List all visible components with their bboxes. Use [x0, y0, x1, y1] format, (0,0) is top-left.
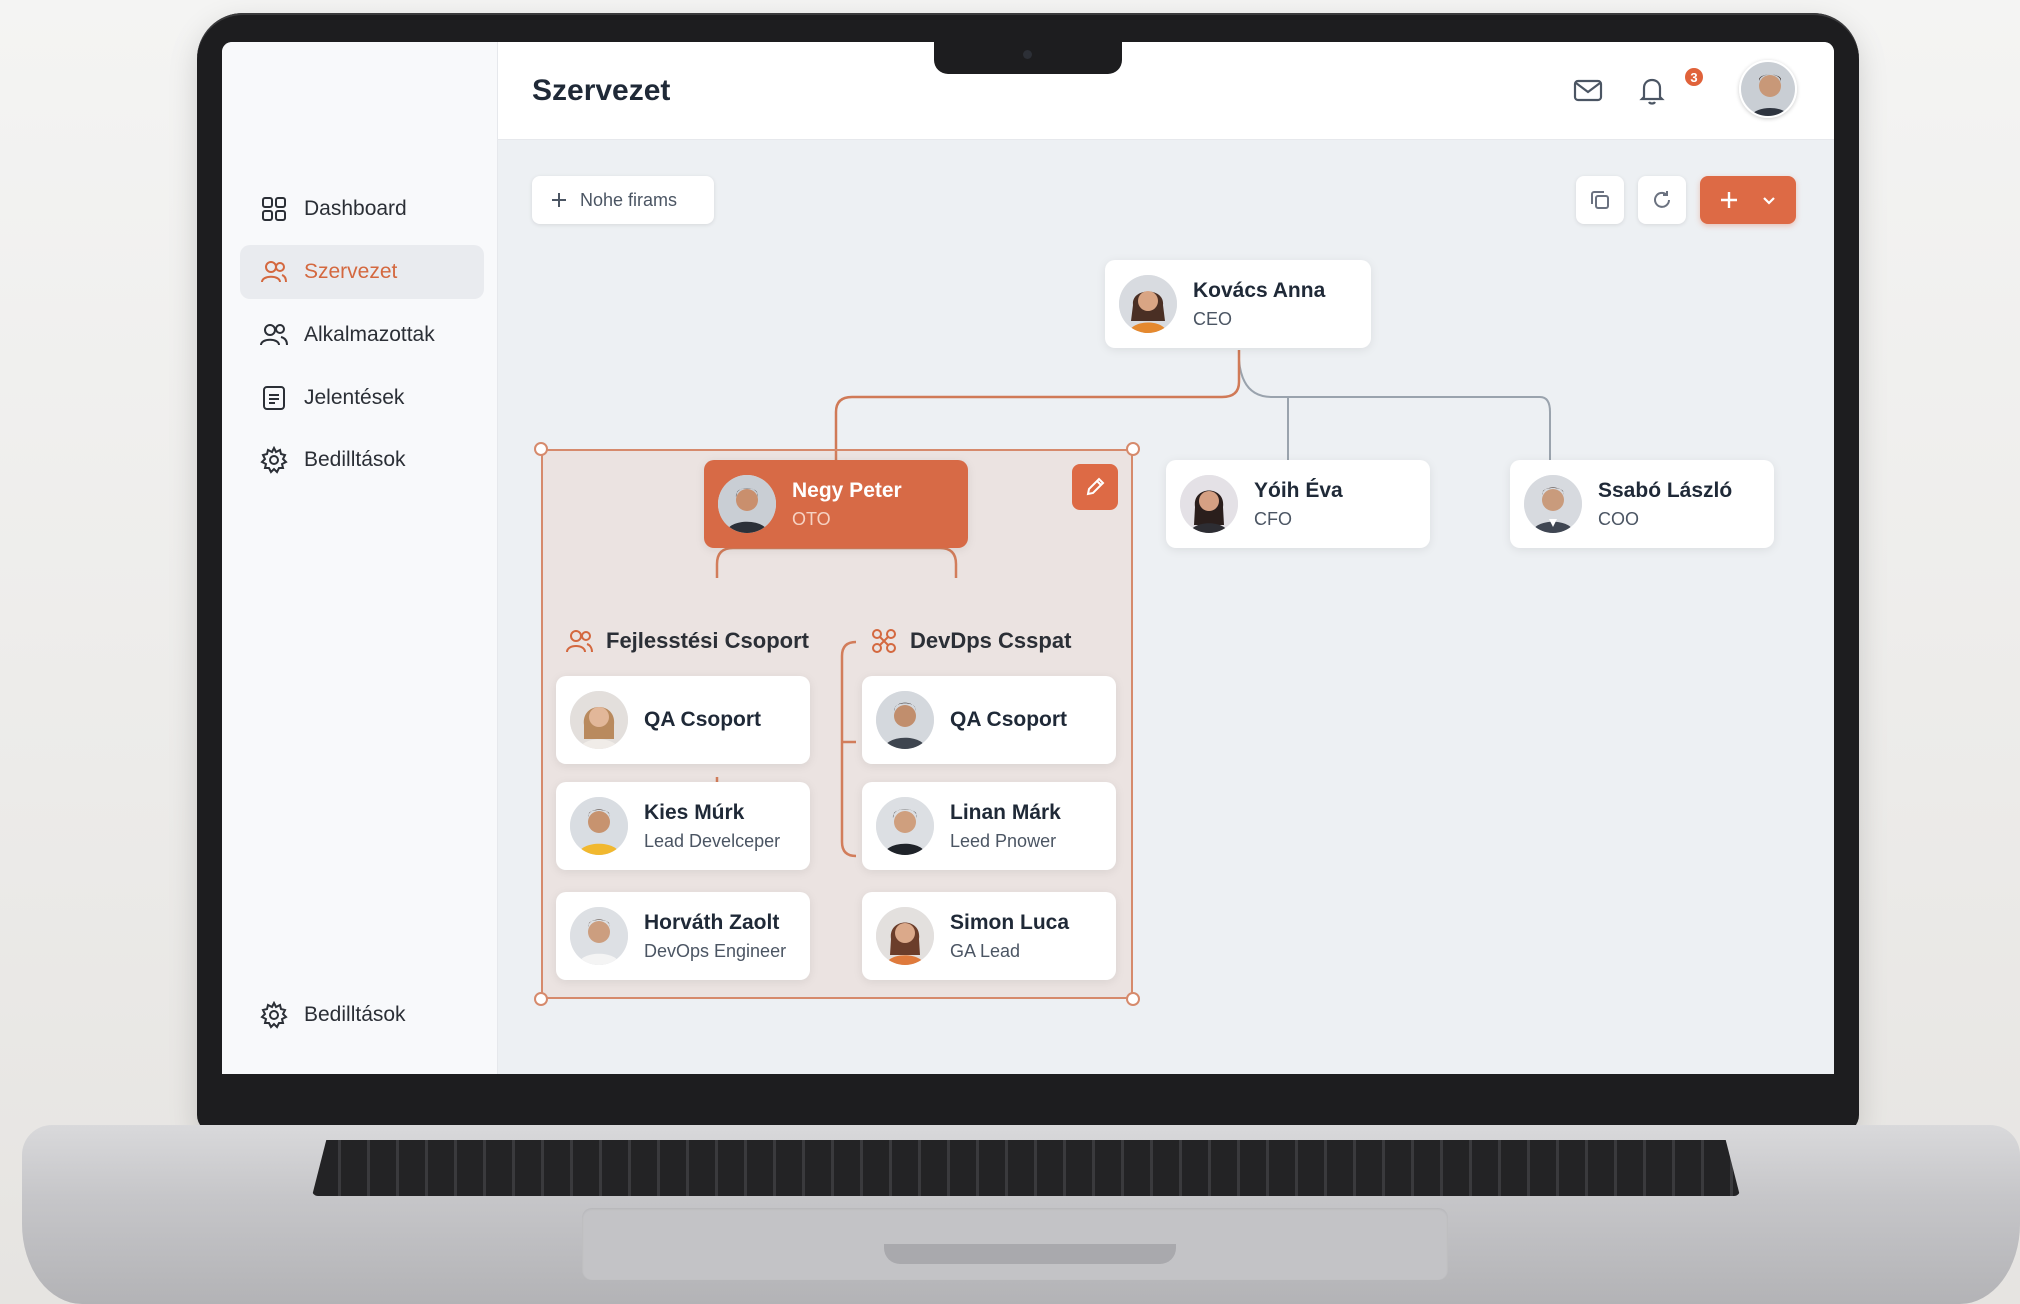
sidebar-item-label: Szervezet: [304, 260, 398, 283]
network-icon: [872, 629, 896, 653]
avatar: [570, 797, 628, 855]
node-name: Negy Peter: [792, 478, 902, 502]
sidebar-item-alkalmazottak[interactable]: Alkalmazottak: [240, 308, 484, 362]
connector-ceo-cfo-coo: [1238, 359, 1551, 460]
node-role: Lead Develceper: [644, 830, 781, 851]
user-avatar[interactable]: [1739, 60, 1797, 118]
people-icon: [260, 324, 288, 346]
node-role: COO: [1598, 508, 1640, 529]
refresh-button[interactable]: [1638, 176, 1686, 224]
sidebar-footer-settings[interactable]: Bedilltások: [240, 988, 484, 1042]
org-node-ceo[interactable]: Kovács Anna CEO: [1105, 260, 1371, 348]
org-node-cto[interactable]: Negy Peter OTO: [704, 460, 968, 548]
copy-icon: [1591, 191, 1609, 209]
users-icon: [261, 261, 287, 283]
group-label-text: DevDps Csspat: [910, 628, 1072, 653]
sidebar-item-label: Bedilltások: [304, 448, 406, 471]
node-role: Leed Pnower: [950, 830, 1057, 851]
document-icon: [263, 386, 285, 410]
bell-icon[interactable]: [1632, 70, 1672, 110]
avatar: [876, 691, 934, 749]
plus-icon[interactable]: [1718, 189, 1740, 211]
member-card[interactable]: Linan Márk Leed Pnower: [862, 782, 1116, 870]
node-role: GA Lead: [950, 940, 1021, 961]
resize-handle-bottom-left[interactable]: [534, 992, 548, 1006]
add-company-label: Nohe firams: [580, 189, 678, 210]
avatar: [876, 797, 934, 855]
laptop-keyboard: [312, 1140, 1740, 1196]
plus-icon: [552, 193, 566, 207]
laptop-screen: Dashboard Szervezet Alkalmazottak Jelent…: [222, 42, 1834, 1074]
node-role: DevOps Engineer: [644, 940, 787, 961]
connector-ceo-cto: [834, 350, 1241, 460]
node-name: Yóih Éva: [1254, 478, 1343, 502]
sidebar-item-label: Jelentések: [304, 386, 405, 409]
node-name: Kovács Anna: [1193, 278, 1326, 302]
node-name: Kies Múrk: [644, 800, 745, 824]
copy-button[interactable]: [1576, 176, 1624, 224]
node-name: Horváth Zaolt: [644, 910, 780, 934]
avatar: [570, 907, 628, 965]
sidebar-item-szervezet[interactable]: Szervezet: [240, 245, 484, 299]
resize-handle-top-left[interactable]: [534, 442, 548, 456]
top-bar: Szervezet 3: [498, 42, 1834, 140]
page-title: Szervezet: [532, 74, 671, 107]
member-card[interactable]: Simon Luca GA Lead: [862, 892, 1116, 980]
member-card[interactable]: QA Csoport: [556, 676, 810, 764]
member-card[interactable]: Horváth Zaolt DevOps Engineer: [556, 892, 810, 980]
avatar: [876, 907, 934, 965]
avatar: [1180, 475, 1238, 533]
gear-icon: [260, 1001, 288, 1029]
node-name: Simon Luca: [950, 910, 1070, 934]
edit-node-button[interactable]: [1072, 464, 1118, 510]
group-label-devops: DevDps Csspat: [870, 627, 1071, 655]
gear-icon: [260, 446, 288, 474]
org-node-coo[interactable]: Ssabó László COO: [1510, 460, 1774, 548]
sidebar-item-jelentesek[interactable]: Jelentések: [240, 371, 484, 425]
grid-icon: [262, 197, 286, 221]
member-card[interactable]: QA Csoport: [862, 676, 1116, 764]
group-label-development: Fejlesstési Csoport: [564, 627, 809, 655]
node-name: QA Csoport: [644, 708, 762, 731]
avatar: [570, 691, 628, 749]
node-name: QA Csoport: [950, 708, 1068, 731]
org-node-cfo[interactable]: Yóih Éva CFO: [1166, 460, 1430, 548]
avatar: [1524, 475, 1582, 533]
sidebar: Dashboard Szervezet Alkalmazottak Jelent…: [222, 42, 498, 1074]
refresh-icon: [1654, 191, 1670, 208]
team-icon: [566, 630, 593, 653]
chevron-down-icon[interactable]: [1760, 191, 1778, 209]
node-name: Linan Márk: [950, 800, 1061, 824]
sidebar-item-label: Dashboard: [304, 197, 407, 220]
resize-handle-bottom-right[interactable]: [1126, 992, 1140, 1006]
add-company-button[interactable]: Nohe firams: [532, 176, 714, 224]
node-role: OTO: [792, 508, 831, 529]
node-name: Ssabó László: [1598, 478, 1733, 502]
node-role: CFO: [1254, 508, 1292, 529]
member-card[interactable]: Kies Múrk Lead Develceper: [556, 782, 810, 870]
group-label-text: Fejlesstési Csoport: [606, 628, 809, 653]
sidebar-item-label: Bedilltások: [304, 1003, 406, 1026]
notification-badge: 3: [1683, 66, 1705, 88]
avatar: [718, 475, 776, 533]
pencil-icon: [1086, 477, 1105, 496]
add-node-split-button[interactable]: [1700, 176, 1796, 224]
camera-notch: [934, 42, 1122, 74]
resize-handle-top-right[interactable]: [1126, 442, 1140, 456]
sidebar-item-dashboard[interactable]: Dashboard: [240, 182, 484, 236]
sidebar-item-label: Alkalmazottak: [304, 323, 435, 346]
avatar: [1119, 275, 1177, 333]
sidebar-item-bedilltasok[interactable]: Bedilltások: [240, 433, 484, 487]
node-role: CEO: [1193, 308, 1233, 329]
mail-icon[interactable]: [1568, 70, 1608, 110]
laptop-opening-lip: [884, 1244, 1176, 1264]
